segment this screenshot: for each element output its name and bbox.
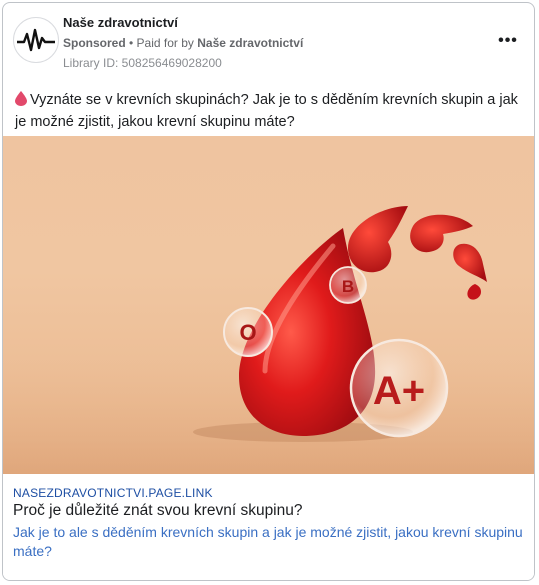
- ad-post-card: Naše zdravotnictví Sponsored • Paid for …: [2, 2, 535, 581]
- bubble-label-b: B: [342, 277, 354, 296]
- paid-for-name: Naše zdravotnictví: [197, 36, 304, 50]
- blood-drops-illustration: O B A+: [3, 206, 534, 474]
- heartbeat-icon: [17, 28, 55, 52]
- more-options-button[interactable]: •••: [496, 31, 520, 51]
- link-preview[interactable]: NASEZDRAVOTNICTVI.PAGE.LINK Proč je důle…: [3, 474, 534, 580]
- page-avatar[interactable]: [13, 17, 59, 63]
- sponsored-label[interactable]: Sponsored: [63, 36, 126, 50]
- blood-drop-icon: [15, 91, 27, 112]
- post-body-text: Vyznáte se v krevních skupinách? Jak je …: [15, 92, 518, 130]
- link-description[interactable]: Jak je to ale s děděním krevních skupin …: [13, 523, 523, 561]
- post-body: Vyznáte se v krevních skupinách? Jak je …: [15, 90, 520, 132]
- link-title[interactable]: Proč je důležité znát svou krevní skupin…: [13, 502, 303, 520]
- sponsored-line: Sponsored • Paid for by Naše zdravotnict…: [63, 36, 303, 50]
- bubble-label-a-plus: A+: [373, 369, 425, 413]
- bubble-label-o: O: [239, 320, 256, 345]
- paid-for-prefix: • Paid for by: [129, 36, 194, 50]
- ad-image[interactable]: O B A+: [3, 136, 534, 474]
- post-header: Naše zdravotnictví Sponsored • Paid for …: [3, 3, 534, 83]
- link-domain[interactable]: NASEZDRAVOTNICTVI.PAGE.LINK: [13, 486, 213, 500]
- library-id: Library ID: 508256469028200: [63, 56, 222, 70]
- page-name[interactable]: Naše zdravotnictví: [63, 15, 178, 30]
